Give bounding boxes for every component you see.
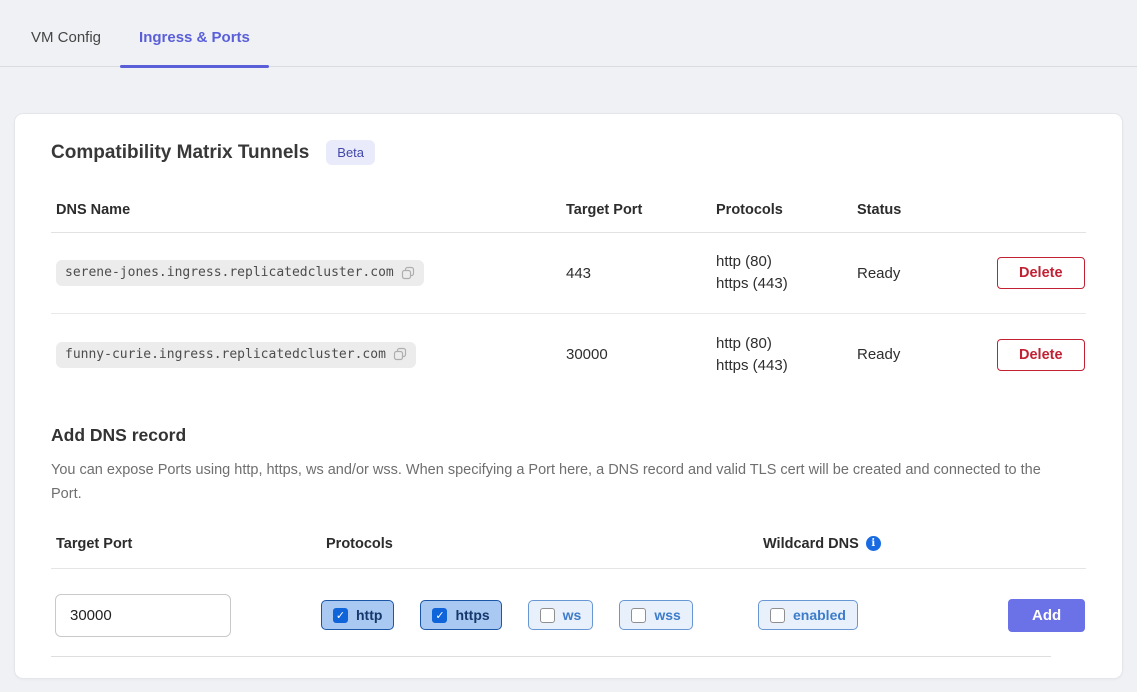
wildcard-enabled-checkbox[interactable]: ✓ enabled <box>758 600 858 630</box>
status-cell: Ready <box>852 265 992 282</box>
checkbox-box: ✓ <box>770 608 785 623</box>
protocols-cell: http (80) https (443) <box>711 333 852 377</box>
https-checkbox[interactable]: ✓ https <box>420 600 501 630</box>
delete-button[interactable]: Delete <box>997 257 1085 289</box>
checkbox-label: http <box>356 607 382 623</box>
checkbox-box: ✓ <box>540 608 555 623</box>
protocol-checkbox-group: ✓ http ✓ https ✓ ws ✓ wss <box>321 600 758 630</box>
checkbox-box: ✓ <box>432 608 447 623</box>
dns-name-text: funny-curie.ingress.replicatedcluster.co… <box>65 347 386 362</box>
table-header-row: DNS Name Target Port Protocols Status <box>51 187 1086 233</box>
dns-name-pill: funny-curie.ingress.replicatedcluster.co… <box>56 342 416 368</box>
column-header-dns-name: DNS Name <box>51 202 561 218</box>
target-port-cell: 30000 <box>561 346 711 363</box>
delete-button[interactable]: Delete <box>997 339 1085 371</box>
target-port-input[interactable] <box>55 594 231 637</box>
tunnels-card: Compatibility Matrix Tunnels Beta DNS Na… <box>14 113 1123 679</box>
table-row: funny-curie.ingress.replicatedcluster.co… <box>51 314 1086 395</box>
target-port-label: Target Port <box>51 536 321 552</box>
protocols-label: Protocols <box>321 536 758 552</box>
tab-ingress-ports[interactable]: Ingress & Ports <box>120 29 269 66</box>
actions-cell: Delete <box>992 339 1094 371</box>
ws-checkbox[interactable]: ✓ ws <box>528 600 594 630</box>
copy-icon[interactable] <box>401 266 415 280</box>
add-dns-record-description: You can expose Ports using http, https, … <box>51 459 1061 507</box>
http-checkbox[interactable]: ✓ http <box>321 600 394 630</box>
page-title: Compatibility Matrix Tunnels <box>51 142 309 164</box>
dns-name-cell: serene-jones.ingress.replicatedcluster.c… <box>51 260 561 286</box>
dns-name-text: serene-jones.ingress.replicatedcluster.c… <box>65 265 394 280</box>
wss-checkbox[interactable]: ✓ wss <box>619 600 692 630</box>
form-label-row: Target Port Protocols Wildcard DNS i <box>51 536 1086 569</box>
tab-bar: VM Config Ingress & Ports <box>0 0 1137 67</box>
checkbox-box: ✓ <box>333 608 348 623</box>
wildcard-dns-label: Wildcard DNS i <box>758 536 1086 552</box>
actions-cell: Delete <box>992 257 1094 289</box>
bottom-divider <box>51 656 1051 657</box>
status-cell: Ready <box>852 346 992 363</box>
checkbox-box: ✓ <box>631 608 646 623</box>
copy-icon[interactable] <box>393 347 407 361</box>
dns-name-cell: funny-curie.ingress.replicatedcluster.co… <box>51 342 561 368</box>
protocol-line: http (80) <box>716 251 852 273</box>
column-header-protocols: Protocols <box>711 202 852 218</box>
checkbox-label: enabled <box>793 607 846 623</box>
info-icon[interactable]: i <box>866 536 881 551</box>
checkbox-label: ws <box>563 607 582 623</box>
protocol-line: http (80) <box>716 333 852 355</box>
protocol-line: https (443) <box>716 273 852 295</box>
tab-vm-config[interactable]: VM Config <box>12 29 120 66</box>
column-header-status: Status <box>852 202 992 218</box>
checkbox-label: wss <box>654 607 680 623</box>
add-dns-record-title: Add DNS record <box>51 425 1086 446</box>
protocols-cell: http (80) https (443) <box>711 251 852 295</box>
checkbox-label: https <box>455 607 489 623</box>
dns-name-pill: serene-jones.ingress.replicatedcluster.c… <box>56 260 424 286</box>
wildcard-dns-label-text: Wildcard DNS <box>763 536 859 552</box>
wildcard-dns-cell: ✓ enabled <box>758 600 1008 630</box>
beta-badge: Beta <box>326 140 375 165</box>
add-button[interactable]: Add <box>1008 599 1085 632</box>
tunnels-table: DNS Name Target Port Protocols Status se… <box>51 187 1086 395</box>
protocol-line: https (443) <box>716 355 852 377</box>
card-header: Compatibility Matrix Tunnels Beta <box>51 140 1086 165</box>
add-dns-form-row: ✓ http ✓ https ✓ ws ✓ wss ✓ enabled Add <box>51 594 1086 637</box>
target-port-cell: 443 <box>561 265 711 282</box>
column-header-target-port: Target Port <box>561 202 711 218</box>
table-row: serene-jones.ingress.replicatedcluster.c… <box>51 233 1086 314</box>
target-port-field-cell <box>51 594 321 637</box>
